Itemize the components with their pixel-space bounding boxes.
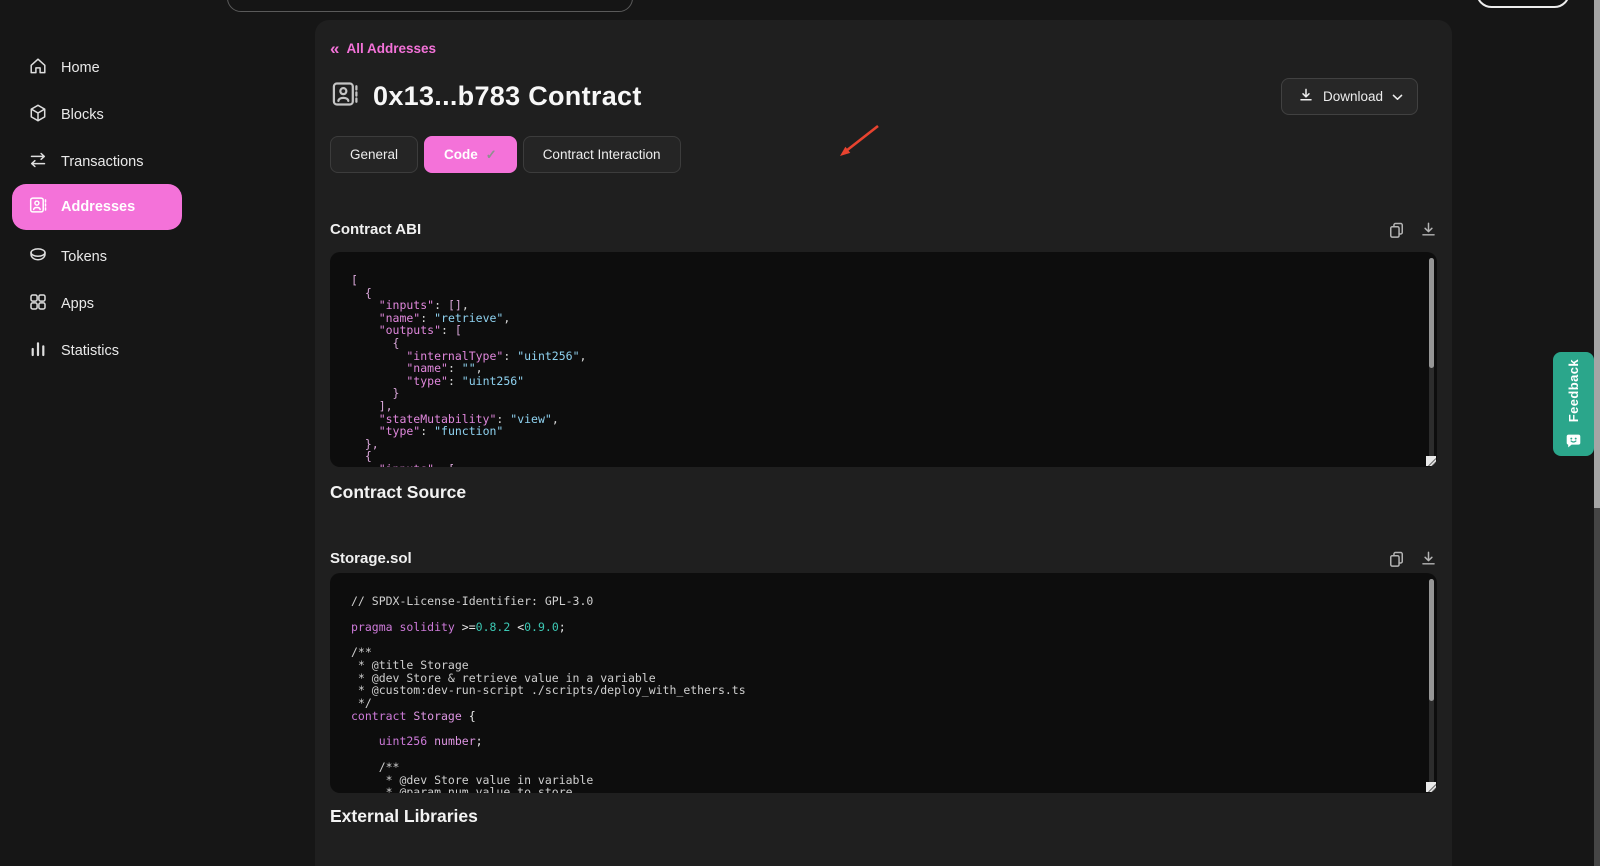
- feedback-chat-icon: [1565, 432, 1582, 449]
- abi-scrollbar: [1429, 258, 1434, 461]
- title-row: 0x13...b783 Contract: [330, 79, 642, 114]
- tab-label: Contract Interaction: [543, 147, 661, 162]
- code-line: "inputs": [],: [351, 299, 1416, 312]
- code-line: /**: [351, 646, 1416, 659]
- abi-section-title: Contract ABI: [330, 221, 421, 238]
- code-line: "type": "function": [351, 425, 1416, 438]
- code-line: [351, 633, 1416, 646]
- tab-contract-interaction[interactable]: Contract Interaction: [523, 136, 681, 173]
- sidebar-item-home[interactable]: Home: [0, 54, 100, 82]
- code-line: },: [351, 438, 1416, 451]
- code-line: "type": "uint256": [351, 375, 1416, 388]
- tokens-icon: [28, 245, 48, 269]
- sidebar-item-label: Transactions: [61, 154, 143, 170]
- download-icon[interactable]: [1420, 221, 1437, 238]
- page-scrollbar: [1594, 0, 1600, 866]
- file-name: Storage.sol: [330, 550, 412, 567]
- external-libraries-heading: External Libraries: [330, 806, 478, 827]
- sidebar-item-label: Statistics: [61, 343, 119, 359]
- sidebar-item-label: Tokens: [61, 249, 107, 265]
- blocks-icon: [28, 103, 48, 127]
- source-code-viewer[interactable]: // SPDX-License-Identifier: GPL-3.0 prag…: [330, 573, 1437, 793]
- transactions-icon: [28, 150, 48, 174]
- code-line: "outputs": [: [351, 324, 1416, 337]
- sidebar: Home Blocks Transactions Addresses Tokens App…: [0, 0, 210, 866]
- chevron-down-icon: [1392, 89, 1403, 104]
- source-scrollbar: [1429, 579, 1434, 787]
- code-line: }: [351, 387, 1416, 400]
- code-line: uint256 number;: [351, 735, 1416, 748]
- sidebar-item-addresses[interactable]: Addresses: [12, 184, 182, 230]
- download-button[interactable]: Download: [1281, 78, 1418, 115]
- code-line: {: [351, 450, 1416, 463]
- tab-general[interactable]: General: [330, 136, 418, 173]
- code-line: [351, 748, 1416, 761]
- sidebar-item-label: Home: [61, 60, 100, 76]
- sidebar-item-label: Apps: [61, 296, 94, 312]
- sidebar-item-statistics[interactable]: Statistics: [0, 337, 119, 365]
- main-panel: « All Addresses 0x13...b783 Contract Dow…: [315, 20, 1452, 866]
- code-line: * @custom:dev-run-script ./scripts/deplo…: [351, 684, 1416, 697]
- tab-label: Code: [444, 147, 478, 162]
- addresses-icon: [28, 195, 48, 219]
- sidebar-item-blocks[interactable]: Blocks: [0, 101, 104, 129]
- contract-card-icon: [330, 79, 360, 114]
- sidebar-item-apps[interactable]: Apps: [0, 290, 94, 318]
- copy-icon[interactable]: [1388, 550, 1405, 567]
- feedback-tab[interactable]: Feedback: [1553, 352, 1594, 456]
- apps-icon: [28, 292, 48, 316]
- search-input[interactable]: [227, 0, 633, 12]
- code-line: // SPDX-License-Identifier: GPL-3.0: [351, 595, 1416, 608]
- breadcrumb-label: All Addresses: [346, 41, 436, 56]
- code-line: */: [351, 697, 1416, 710]
- sidebar-item-transactions[interactable]: Transactions: [0, 148, 143, 176]
- double-chevron-left-icon: «: [330, 42, 339, 55]
- feedback-label: Feedback: [1566, 359, 1581, 422]
- source-scrollbar-thumb[interactable]: [1429, 579, 1434, 701]
- code-line: contract Storage {: [351, 710, 1416, 723]
- check-icon: ✓: [486, 147, 497, 163]
- code-line: "stateMutability": "view",: [351, 413, 1416, 426]
- code-line: "internalType": "uint256",: [351, 350, 1416, 363]
- annotation-arrow: [815, 108, 895, 168]
- sidebar-item-tokens[interactable]: Tokens: [0, 243, 107, 271]
- resize-grip-icon[interactable]: [1426, 782, 1436, 792]
- code-line: {: [351, 287, 1416, 300]
- abi-scrollbar-thumb[interactable]: [1429, 258, 1434, 368]
- file-section-header: Storage.sol: [330, 545, 1437, 571]
- resize-grip-icon[interactable]: [1426, 456, 1436, 466]
- abi-code-viewer[interactable]: [ { "inputs": [], "name": "retrieve", "o…: [330, 252, 1437, 467]
- statistics-icon: [28, 339, 48, 363]
- abi-section-actions: [1388, 221, 1437, 238]
- code-line: [: [351, 274, 1416, 287]
- breadcrumb[interactable]: « All Addresses: [330, 41, 436, 56]
- code-line: "inputs": [: [351, 463, 1416, 467]
- home-icon: [28, 56, 48, 80]
- code-line: [351, 723, 1416, 736]
- file-section-actions: [1388, 550, 1437, 567]
- tabs: General Code ✓ Contract Interaction: [330, 136, 681, 173]
- download-icon[interactable]: [1420, 550, 1437, 567]
- page-scrollbar-thumb[interactable]: [1594, 0, 1600, 508]
- sidebar-item-label: Addresses: [61, 199, 135, 215]
- contract-source-heading: Contract Source: [330, 482, 466, 503]
- copy-icon[interactable]: [1388, 221, 1405, 238]
- page-title: 0x13...b783 Contract: [373, 81, 642, 112]
- tab-label: General: [350, 147, 398, 162]
- download-label: Download: [1323, 89, 1383, 104]
- tab-code[interactable]: Code ✓: [424, 136, 517, 173]
- sidebar-item-label: Blocks: [61, 107, 104, 123]
- abi-section-header: Contract ABI: [330, 216, 1437, 242]
- download-icon: [1298, 87, 1314, 106]
- topbar-button[interactable]: [1476, 0, 1570, 8]
- code-line: "name": "retrieve",: [351, 312, 1416, 325]
- code-line: * @param num value to store: [351, 786, 1416, 793]
- code-line: pragma solidity >=0.8.2 <0.9.0;: [351, 621, 1416, 634]
